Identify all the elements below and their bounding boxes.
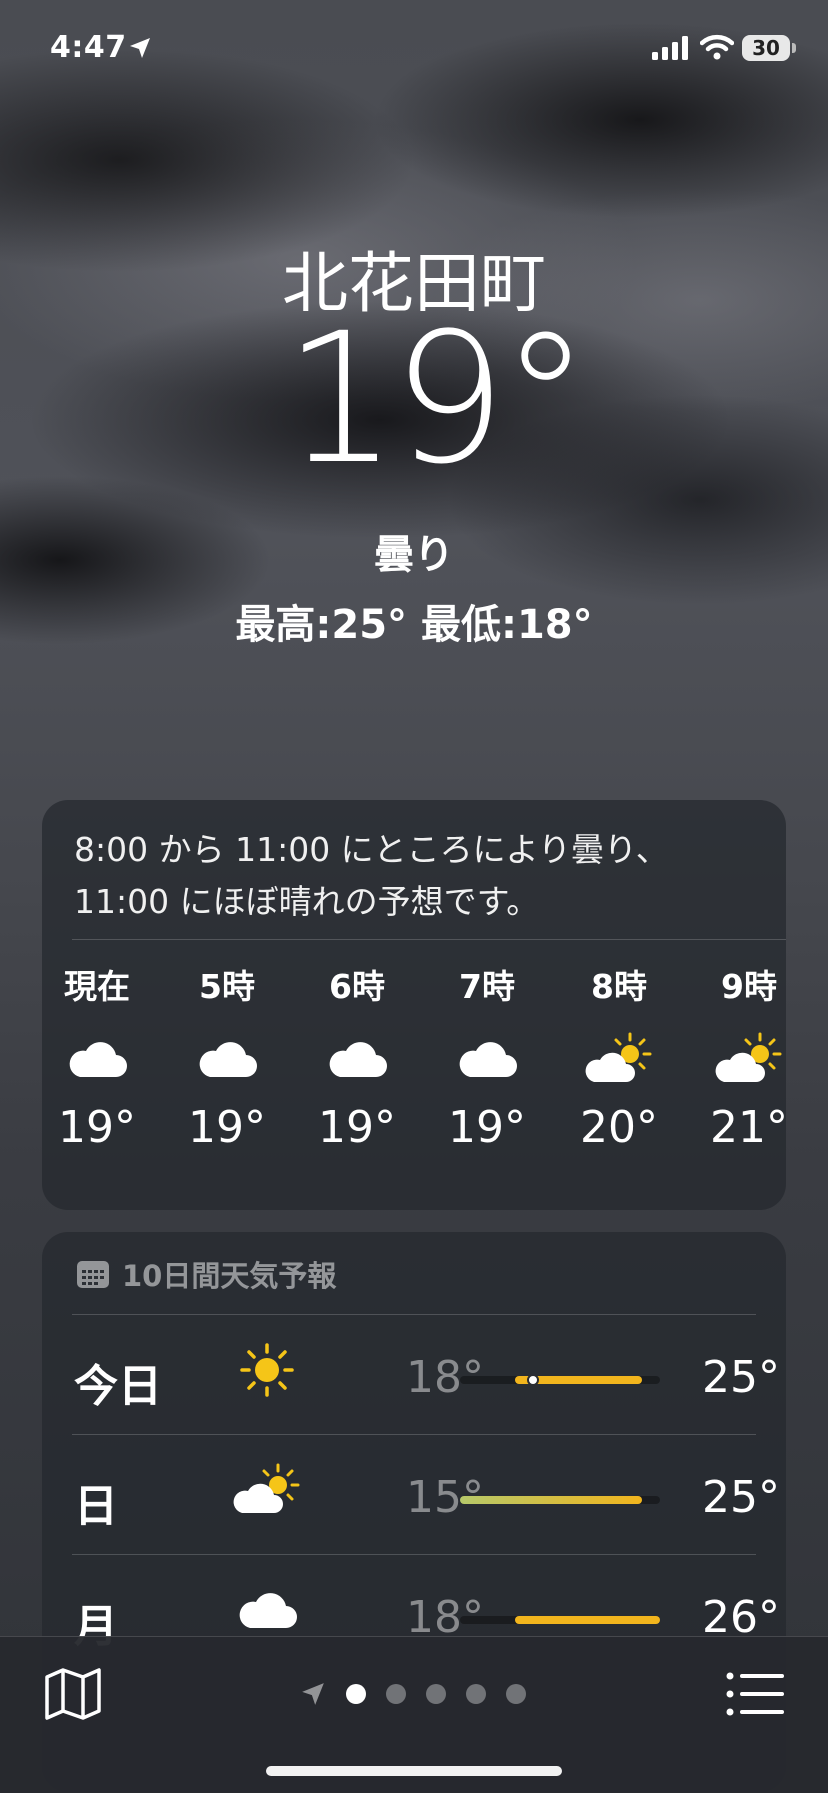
ten-day-header: 10日間天気予報 <box>76 1254 336 1294</box>
cloud-icon <box>329 1042 387 1077</box>
hour-temperature: 19° <box>58 1102 136 1153</box>
status-bar: 4:47 30 <box>0 0 828 100</box>
calendar-icon <box>77 1261 109 1288</box>
page-dot <box>386 1684 406 1704</box>
hour-temperature: 20° <box>580 1102 658 1153</box>
hour-label: 6時 <box>329 967 385 1006</box>
day-high-temp: 25° <box>702 1472 780 1523</box>
map-icon[interactable] <box>44 1667 102 1721</box>
forecast-summary: 8:00 から 11:00 にところにより曇り、 11:00 にほぼ晴れの予想で… <box>74 824 754 928</box>
hour-temperature: 19° <box>318 1102 396 1153</box>
current-temperature-dot <box>526 1374 539 1386</box>
status-time: 4:47 <box>50 30 127 65</box>
forecast-summary-line-2: 11:00 にほぼ晴れの予想です。 <box>74 882 540 921</box>
hour-temperature: 21° <box>710 1102 786 1153</box>
hourly-forecast-card[interactable]: 8:00 から 11:00 にところにより曇り、 11:00 にほぼ晴れの予想で… <box>42 800 786 1210</box>
hour-item[interactable]: 5時 19° <box>172 960 282 1153</box>
partly-sunny-icon <box>715 1032 782 1082</box>
temperature-range-bar <box>460 1374 660 1386</box>
page-indicator[interactable] <box>300 1679 546 1709</box>
daily-divider <box>72 1314 756 1315</box>
temperature-range-fill <box>514 1616 660 1624</box>
hour-item[interactable]: 9時 21° <box>694 960 786 1153</box>
page-dot <box>346 1684 366 1704</box>
ten-day-title: 10日間天気予報 <box>122 1259 337 1293</box>
partly-sunny-icon <box>233 1463 300 1513</box>
forecast-summary-line-1: 8:00 から 11:00 にところにより曇り、 <box>74 830 669 869</box>
cellular-signal-icon <box>652 36 688 60</box>
temperature-range-fill <box>460 1496 642 1504</box>
day-row[interactable]: 今日 18° 25° <box>42 1316 786 1434</box>
current-location-icon <box>302 1683 324 1705</box>
hour-item[interactable]: 現在 19° <box>42 960 152 1153</box>
hour-item[interactable]: 7時 19° <box>432 960 542 1153</box>
daily-divider <box>72 1554 756 1555</box>
page-dot <box>466 1684 486 1704</box>
wifi-icon <box>700 34 734 60</box>
hour-item[interactable]: 8時 20° <box>564 960 674 1153</box>
hour-label: 9時 <box>721 967 777 1006</box>
partly-sunny-icon <box>585 1032 652 1082</box>
cloud-icon <box>459 1042 517 1077</box>
cloud-icon <box>239 1593 297 1628</box>
cloud-icon <box>199 1042 257 1077</box>
daily-divider <box>72 1434 756 1435</box>
hour-item[interactable]: 6時 19° <box>302 960 412 1153</box>
hour-label: 8時 <box>591 967 647 1006</box>
hour-label: 5時 <box>199 967 255 1006</box>
day-name: 日 <box>74 1481 118 1532</box>
temperature-range-bar <box>460 1616 660 1624</box>
day-row[interactable]: 日 15° 25° <box>42 1436 786 1554</box>
battery-tip <box>792 43 796 53</box>
hour-temperature: 19° <box>188 1102 266 1153</box>
hour-label: 現在 <box>64 967 130 1006</box>
list-icon[interactable] <box>726 1671 784 1717</box>
current-condition: 曇り <box>374 532 454 578</box>
page-dot <box>426 1684 446 1704</box>
sun-icon <box>240 1343 294 1397</box>
hourly-divider <box>72 939 786 940</box>
day-high-temp: 25° <box>702 1352 780 1403</box>
day-name: 今日 <box>74 1361 162 1412</box>
home-indicator[interactable] <box>266 1766 562 1776</box>
temperature-range-bar <box>460 1496 660 1504</box>
current-temperature: 19° <box>283 295 590 504</box>
hour-temperature: 19° <box>448 1102 526 1153</box>
hour-label: 7時 <box>459 967 515 1006</box>
cloud-icon <box>69 1042 127 1077</box>
location-arrow-icon <box>130 38 150 58</box>
page-dot <box>506 1684 526 1704</box>
battery-indicator: 30 <box>742 35 790 61</box>
high-low-temperature: 最高:25° 最低:18° <box>235 602 593 648</box>
